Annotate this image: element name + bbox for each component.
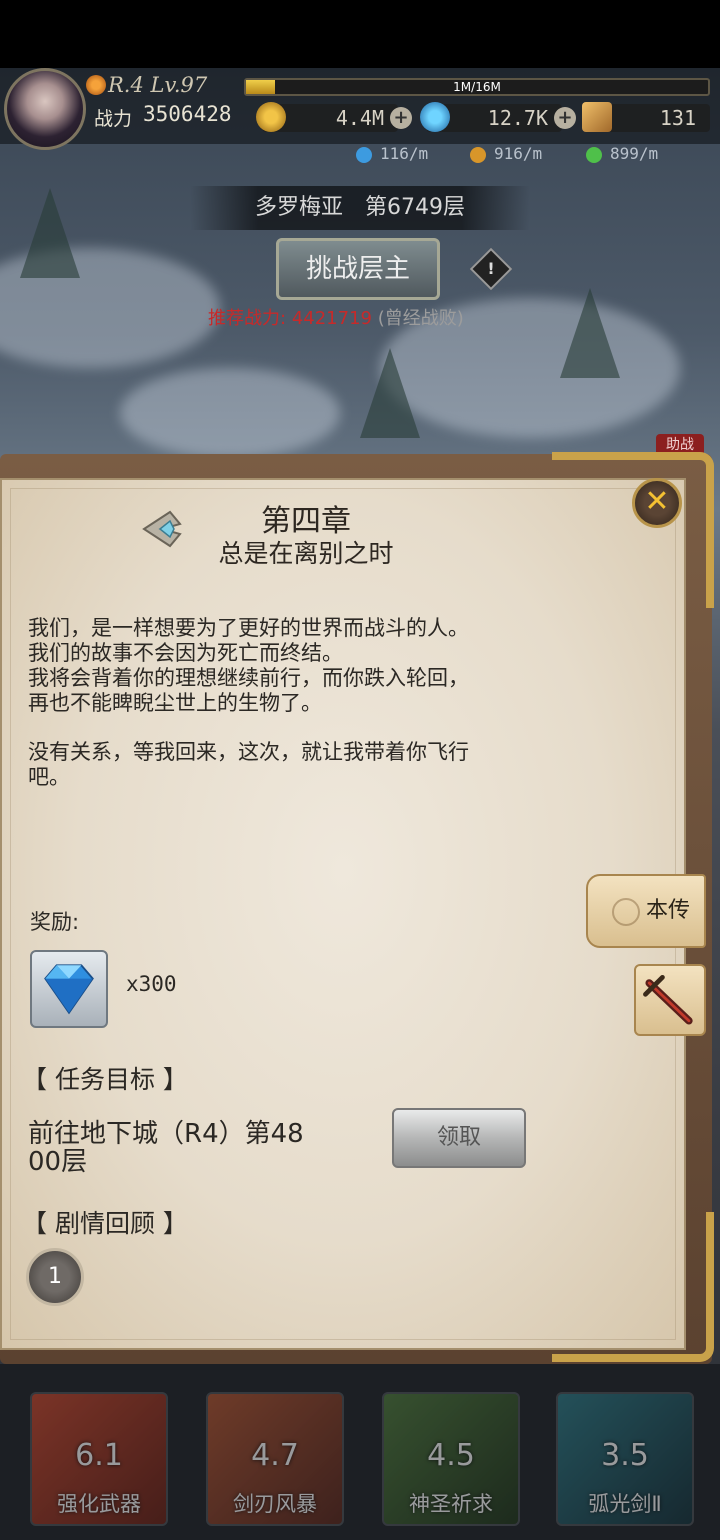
scroll-ticket-icon [582,102,612,132]
floor-title: 多罗梅亚 第6749层 [190,186,530,230]
skill-name: 弧光剑Ⅱ [588,1492,662,1516]
sword-icon [643,974,693,1025]
mission-objective: 前往地下城（R4）第48 00层 [28,1119,304,1177]
weapon-tab[interactable] [634,964,706,1036]
gem-resource: 12.7K [420,102,562,132]
story-review-header: 【 剧情回顾 】 [22,1209,188,1238]
green-gem-rate: 899/m [610,144,659,163]
mission-header: 【 任务目标 】 [22,1065,188,1094]
blue-gem-icon [44,964,94,1015]
power-value: 3506428 [143,102,232,126]
story-paragraph: 我们，是一样想要为了更好的世界而战斗的人。 我们的故事不会因为死亡而终结。 我将… [28,616,469,715]
player-avatar[interactable] [4,68,86,150]
skill-blade-storm[interactable]: 4.7 剑刃风暴 [206,1392,344,1526]
skill-enhance-weapon[interactable]: 6.1 强化武器 [30,1392,168,1526]
gold-value: 4.4M [335,106,384,130]
reward-quantity: x300 [126,972,177,996]
green-gem-icon [586,147,602,163]
skill-level: 3.5 [601,1438,649,1473]
gem-value: 12.7K [487,106,548,130]
orb-rate: 116/m [380,144,429,163]
reward-label: 奖励: [30,910,80,934]
status-bar-blackout [0,0,720,68]
chapter-subtitle: 总是在离别之时 [218,539,394,568]
recommended-power: 推荐战力: 4421719 (曾经战败) [208,304,464,330]
story-review-item[interactable]: 1 [26,1248,84,1306]
skill-name: 剑刃风暴 [233,1492,317,1516]
add-gem-button[interactable]: + [554,107,576,129]
recommended-power-value: 4421719 [291,308,372,329]
blue-gem-icon [420,102,450,132]
skill-name: 强化武器 [57,1492,141,1516]
experience-text: 1M/16M [453,80,501,94]
skill-holy-prayer[interactable]: 4.5 神圣祈求 [382,1392,520,1526]
gold-coin-icon [470,147,486,163]
ticket-value: 131 [659,106,696,130]
rank-level: R.4 Lv.97 [108,73,208,97]
experience-bar: 1M/16M [244,78,710,96]
power-label: 战力 [94,108,133,130]
claim-button[interactable]: 领取 [392,1108,526,1168]
blue-orb-icon [356,147,372,163]
skill-arc-sword[interactable]: 3.5 弧光剑Ⅱ [556,1392,694,1526]
skill-level: 6.1 [75,1438,123,1473]
skill-name: 神圣祈求 [409,1492,493,1516]
skill-level: 4.7 [251,1438,299,1473]
challenge-boss-button[interactable]: 挑战层主 [276,238,440,300]
gold-resource: 4.4M [256,102,398,132]
gold-rate: 916/m [494,144,543,163]
reward-item[interactable] [30,950,108,1028]
add-gold-button[interactable]: + [390,107,412,129]
book-corner-top-right [552,452,714,608]
book-corner-bottom-right [552,1212,714,1362]
skill-level: 4.5 [427,1438,475,1473]
recommended-power-note: (曾经战败) [377,308,464,329]
biography-tab[interactable]: 本传 [586,874,706,948]
story-paragraph: 没有关系，等我回来，这次，就让我带着你飞行 吧。 [28,740,469,789]
gold-coin-icon [256,102,286,132]
close-button[interactable]: ✕ [632,478,682,528]
recommended-power-label: 推荐战力: [208,308,287,329]
ticket-resource: 131 [582,102,710,132]
rank-badge-icon [86,75,106,95]
